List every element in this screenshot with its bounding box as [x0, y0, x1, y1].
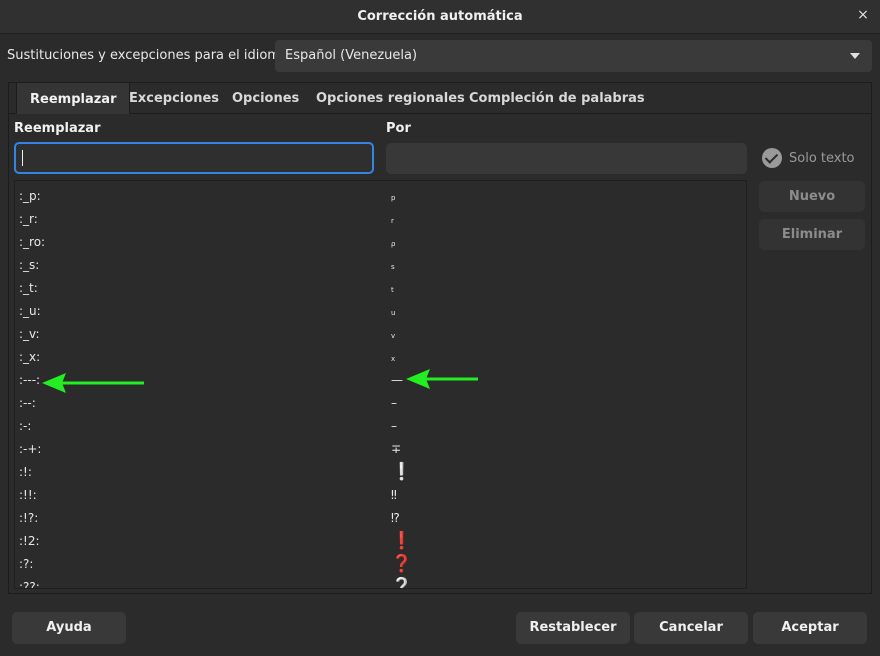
tab-word-completion[interactable]: Compleción de palabras — [456, 82, 658, 114]
table-row[interactable]: :_v: v — [15, 324, 746, 347]
row-value: s — [391, 263, 395, 271]
language-value: Español (Venezuela) — [285, 48, 418, 63]
row-value: ρ — [391, 240, 396, 248]
help-button[interactable]: Ayuda — [12, 612, 126, 644]
row-key: :?: — [19, 557, 34, 571]
ok-button[interactable]: Aceptar — [753, 612, 867, 644]
row-value: ∓ — [391, 442, 402, 456]
replace-input[interactable] — [14, 142, 374, 174]
row-key: :--: — [19, 396, 36, 410]
table-row[interactable]: :_s: s — [15, 255, 746, 278]
new-button[interactable]: Nuevo — [759, 181, 865, 212]
annotation-arrow-right — [406, 369, 478, 389]
row-value: r — [391, 217, 394, 225]
row-value: — — [391, 373, 403, 387]
by-input[interactable] — [386, 143, 747, 174]
reset-button[interactable]: Restablecer — [516, 612, 630, 644]
table-row[interactable]: :_ro: ρ — [15, 232, 746, 255]
tab-options[interactable]: Opciones — [219, 82, 312, 114]
table-row[interactable]: :--: – — [15, 393, 746, 416]
row-key: :_u: — [19, 304, 41, 318]
table-row[interactable]: :!!: ‼ — [15, 485, 746, 508]
table-row[interactable]: :_p: p — [15, 186, 746, 209]
row-value: t — [391, 286, 394, 294]
cancel-button[interactable]: Cancelar — [634, 612, 748, 644]
close-icon[interactable]: × — [856, 8, 870, 22]
tab-replace[interactable]: Reemplazar — [16, 82, 131, 114]
row-key: :_r: — [19, 212, 38, 226]
tab-exceptions[interactable]: Excepciones — [116, 82, 232, 114]
row-value: ❔ — [391, 577, 413, 589]
row-key: :-+: — [19, 442, 42, 456]
row-key: :-: — [19, 419, 32, 433]
row-key: :!!: — [19, 488, 37, 502]
table-row[interactable]: :_r: r — [15, 209, 746, 232]
language-dropdown[interactable]: Español (Venezuela) — [275, 40, 872, 72]
text-only-label: Solo texto — [789, 151, 855, 166]
delete-button[interactable]: Eliminar — [759, 219, 865, 250]
table-row[interactable]: :_x: x — [15, 347, 746, 370]
table-row[interactable]: :!2: ❗ — [15, 531, 746, 554]
row-key: :_ro: — [19, 235, 46, 249]
table-row[interactable]: :!?: ⁉ — [15, 508, 746, 531]
table-row[interactable]: :_t: t — [15, 278, 746, 301]
window-title: Corrección automática — [357, 9, 523, 24]
row-key: :!2: — [19, 534, 40, 548]
row-value: u — [391, 309, 396, 317]
row-key: :---: — [19, 373, 41, 387]
row-key: :_t: — [19, 281, 38, 295]
table-row[interactable]: :!: ❕ — [15, 462, 746, 485]
row-value: ❕ — [391, 462, 413, 482]
row-key: :!: — [19, 465, 32, 479]
replace-column-header: Reemplazar — [14, 121, 101, 136]
row-value: ❓ — [391, 554, 413, 574]
language-label: Sustituciones y excepciones para el idio… — [7, 48, 293, 63]
row-value: ⁉ — [391, 511, 400, 525]
table-row[interactable]: :?: ❓ — [15, 554, 746, 577]
row-value: ‼ — [391, 488, 397, 502]
row-key: :_v: — [19, 327, 40, 341]
check-circle-icon[interactable] — [762, 148, 782, 168]
row-key: :_s: — [19, 258, 40, 272]
row-key: :??: — [19, 580, 40, 589]
annotation-arrow-left — [42, 373, 144, 393]
by-column-header: Por — [386, 121, 411, 136]
row-value: – — [391, 419, 397, 433]
row-key: :!?: — [19, 511, 39, 525]
row-value: ❗ — [391, 531, 413, 551]
table-row[interactable]: :-+: ∓ — [15, 439, 746, 462]
tab-regional-options[interactable]: Opciones regionales — [303, 82, 478, 114]
title-bar: Corrección automática × — [0, 0, 880, 34]
row-value: p — [391, 194, 396, 202]
table-row[interactable]: :-: – — [15, 416, 746, 439]
row-value: v — [391, 332, 396, 340]
table-row[interactable]: :_u: u — [15, 301, 746, 324]
row-key: :_p: — [19, 189, 41, 203]
chevron-down-icon — [850, 53, 860, 59]
row-value: – — [391, 396, 397, 410]
text-caret — [22, 150, 23, 166]
row-key: :_x: — [19, 350, 41, 364]
table-row[interactable]: :??: ❔ — [15, 577, 746, 589]
row-value: x — [391, 355, 396, 363]
